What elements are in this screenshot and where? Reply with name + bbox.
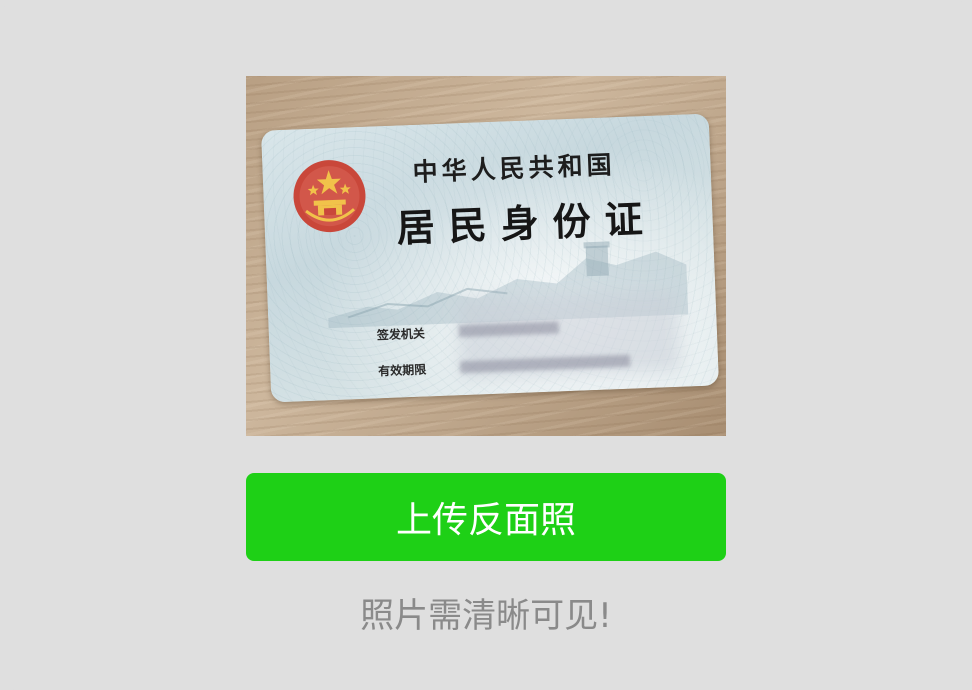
national-emblem-icon: [293, 160, 366, 233]
upload-panel: 中华人民共和国 居民身份证 签发机关 有效期限 上传反面照 照片需清晰可见!: [0, 0, 972, 690]
card-title-document: 居民身份证: [395, 195, 658, 251]
issuing-authority-label: 签发机关: [376, 326, 426, 343]
upload-back-photo-button[interactable]: 上传反面照: [246, 473, 726, 561]
id-card-back-sample-photo: 中华人民共和国 居民身份证 签发机关 有效期限: [246, 76, 726, 436]
photo-clarity-hint: 照片需清晰可见!: [360, 596, 612, 636]
id-card: 中华人民共和国 居民身份证 签发机关 有效期限: [260, 113, 720, 403]
validity-period-label: 有效期限: [378, 362, 427, 379]
